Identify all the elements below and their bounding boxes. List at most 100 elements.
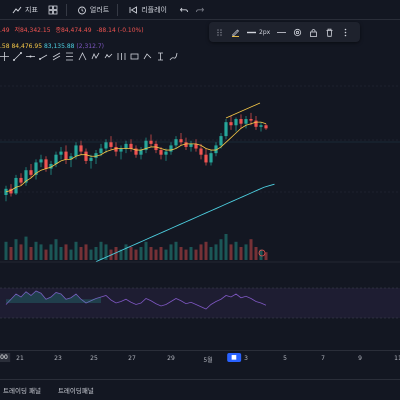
- redo-button[interactable]: [195, 5, 205, 15]
- chart-grid: [0, 85, 400, 193]
- rsi-pane: [0, 261, 400, 319]
- horizontal-line-icon[interactable]: [26, 52, 35, 61]
- volume-bar: [24, 236, 28, 260]
- volume-bar: [129, 247, 133, 260]
- candle-body: [74, 145, 78, 157]
- volume-bar: [234, 241, 238, 260]
- elliott-wave-icon[interactable]: [104, 52, 113, 61]
- crosshair-time-label: ■: [227, 353, 241, 362]
- candle-body: [169, 145, 173, 152]
- candle-body: [174, 139, 178, 146]
- volume-bar: [44, 249, 48, 260]
- undo-button[interactable]: [179, 5, 189, 15]
- volume-bar: [89, 249, 93, 260]
- candle-body: [59, 151, 63, 155]
- candle-body: [124, 143, 128, 149]
- volume-bar: [174, 241, 178, 260]
- candle-body: [159, 150, 163, 155]
- candle-body: [139, 150, 143, 155]
- candle-body: [14, 177, 18, 194]
- candle-body: [229, 122, 233, 126]
- candle-body: [29, 170, 33, 175]
- volume-bar: [84, 244, 88, 260]
- pitchfork-icon[interactable]: [78, 52, 87, 61]
- alert-label: 얼러트: [89, 5, 110, 14]
- indicators-icon: [12, 6, 22, 13]
- rectangle-icon[interactable]: [130, 52, 139, 61]
- toolbar-divider: [65, 3, 67, 16]
- volume-bar: [219, 239, 223, 260]
- brush-icon[interactable]: [169, 52, 178, 61]
- candle-body: [54, 154, 58, 164]
- candle-body: [109, 142, 113, 147]
- trash-icon[interactable]: [325, 28, 334, 37]
- price-chart[interactable]: [0, 62, 400, 350]
- crosshair-icon[interactable]: [0, 52, 9, 61]
- settings-icon[interactable]: [293, 28, 302, 37]
- replay-button[interactable]: 리플레이: [128, 5, 167, 15]
- time-tick: 5월: [203, 357, 213, 364]
- lock-icon[interactable]: [309, 28, 318, 37]
- candle-body: [224, 122, 228, 137]
- legend-prefix: .49: [0, 27, 10, 34]
- replay-icon: [129, 5, 138, 14]
- trendline-icon[interactable]: [13, 52, 22, 61]
- candle-body: [64, 151, 68, 160]
- candle-body: [189, 143, 193, 147]
- trading-panel-tab[interactable]: 트레이딩 패널: [3, 385, 41, 395]
- floating-drawing-toolbar: 2px: [209, 22, 360, 42]
- volume-bar: [159, 247, 163, 260]
- candle-body: [209, 153, 213, 163]
- drag-handle-icon[interactable]: [215, 28, 224, 37]
- time-tick: 00: [0, 353, 10, 362]
- legend-high: 저84,342.15: [14, 27, 51, 34]
- more-options-icon[interactable]: [341, 28, 350, 37]
- fib-icon[interactable]: [65, 52, 74, 61]
- volume-bar: [169, 244, 173, 260]
- indicators-button[interactable]: 지표: [12, 5, 38, 15]
- candle-body: [119, 148, 123, 152]
- volume-bar: [124, 244, 128, 260]
- xabcd-pattern-icon[interactable]: [91, 52, 100, 61]
- volume-bar: [204, 241, 208, 260]
- volume-bar: [254, 247, 258, 260]
- line-style-icon[interactable]: [277, 28, 287, 37]
- parallel-channel-icon[interactable]: [52, 52, 61, 61]
- candle-body: [239, 119, 243, 124]
- cycle-lines-icon[interactable]: [117, 52, 126, 61]
- time-tick: 27: [128, 355, 136, 362]
- candle-body: [89, 157, 93, 161]
- path-icon[interactable]: [143, 52, 152, 61]
- legend-change: -88.14 (-0.10%): [96, 27, 144, 34]
- time-axis[interactable]: 00 21 23 25 27 29 5월 3 5 7 9 11 ■: [0, 350, 400, 366]
- volume-bar: [164, 249, 168, 260]
- volume-bar: [249, 239, 253, 260]
- layout-button[interactable]: [48, 5, 58, 15]
- price-range-icon[interactable]: [156, 52, 165, 61]
- candle-body: [149, 140, 153, 144]
- trading-panel-tab-2[interactable]: 트레이딩패널: [58, 385, 94, 395]
- line-width-icon: [247, 31, 256, 33]
- candlesticks: [4, 112, 268, 202]
- volume-bar: [34, 241, 38, 260]
- volume-bar: [184, 249, 188, 260]
- legend-close: 종84,474.49: [55, 27, 92, 34]
- candle-body: [44, 159, 48, 169]
- ray-icon[interactable]: [39, 52, 48, 61]
- volume-bar: [69, 249, 73, 260]
- candle-body: [79, 145, 83, 152]
- stroke-width-label: 2px: [259, 28, 271, 36]
- line-style-control[interactable]: 2px: [247, 28, 270, 37]
- pencil-color-icon[interactable]: [231, 28, 240, 37]
- ma-value-4: (2,312.7): [76, 43, 104, 50]
- candle-body: [84, 151, 88, 161]
- candle-body: [259, 125, 263, 127]
- volume-bar: [79, 247, 83, 260]
- alert-button[interactable]: 얼러트: [77, 5, 109, 15]
- volume-bar: [149, 247, 153, 260]
- volume-bar: [224, 234, 228, 260]
- volume-bar: [134, 249, 138, 260]
- candle-body: [204, 154, 208, 163]
- volume-bar: [64, 244, 68, 260]
- volume-bar: [139, 247, 143, 260]
